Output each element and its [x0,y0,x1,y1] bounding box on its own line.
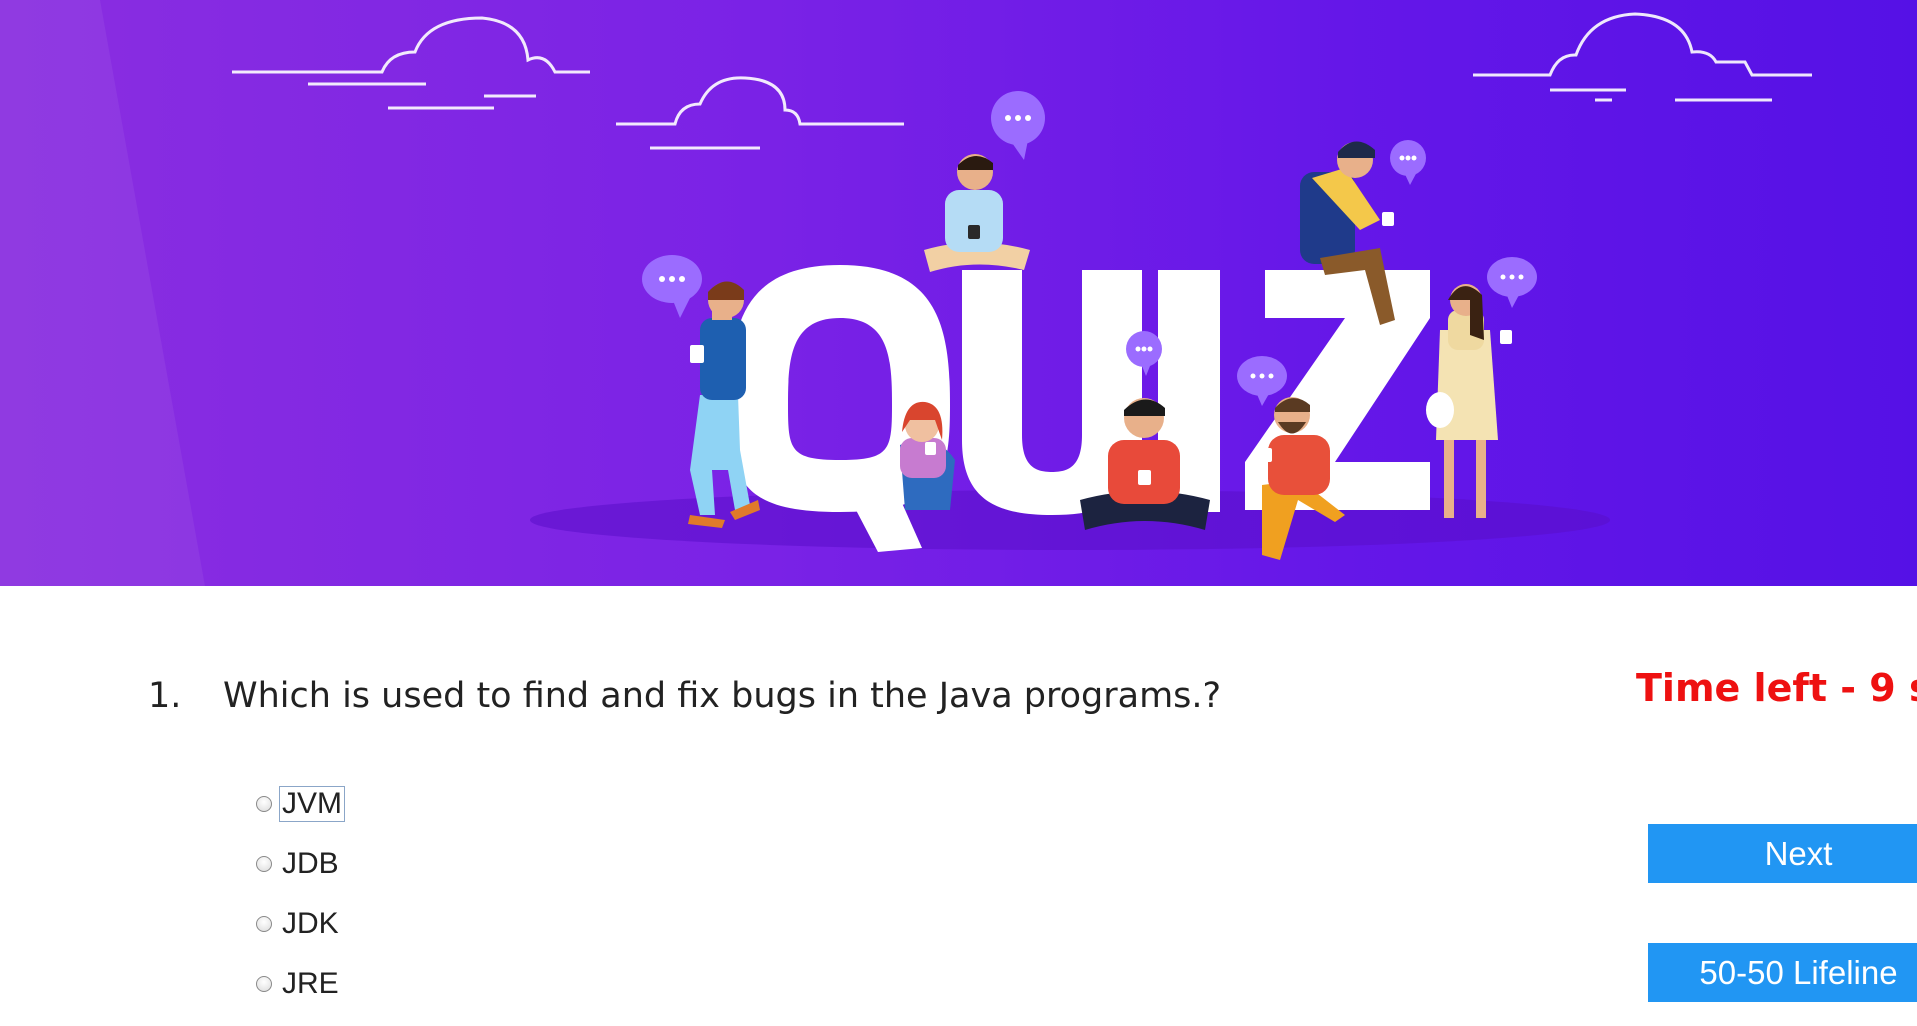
chat-bubble-icon [642,255,702,318]
cloud-icon [232,16,590,110]
person-figure [924,154,1030,272]
question-number: 1. [148,676,182,716]
chat-bubble-icon [1487,257,1537,308]
option-jvm[interactable]: JVM [256,784,345,824]
person-figure [1426,284,1512,518]
chat-bubble-icon [1390,140,1426,185]
option-label[interactable]: JDB [280,847,341,881]
lifeline-button-label: 50-50 Lifeline [1699,953,1898,991]
lifeline-button[interactable]: 50-50 Lifeline [1648,943,1917,1002]
chat-bubble-icon [991,91,1045,160]
question-text-row: 1. Which is used to find and fix bugs in … [148,676,1221,716]
quiz-illustration [0,0,1812,586]
option-radio[interactable] [256,796,272,812]
option-label[interactable]: JRE [280,967,341,1001]
option-jdk[interactable]: JDK [256,904,341,944]
option-label[interactable]: JVM [279,786,345,822]
option-jdb[interactable]: JDB [256,844,341,884]
cloud-icon [616,76,904,150]
option-radio[interactable] [256,856,272,872]
chat-bubble-icon [1237,356,1287,406]
question-text: Which is used to find and fix bugs in th… [223,676,1222,716]
next-button[interactable]: Next [1648,824,1917,883]
option-jre[interactable]: JRE [256,964,341,1004]
quiz-banner [0,0,1917,586]
time-left-label: Time left - 9 se [1636,666,1917,710]
option-radio[interactable] [256,976,272,992]
option-radio[interactable] [256,916,272,932]
option-label[interactable]: JDK [280,907,341,941]
next-button-label: Next [1764,834,1833,872]
cloud-icon [1473,12,1812,102]
